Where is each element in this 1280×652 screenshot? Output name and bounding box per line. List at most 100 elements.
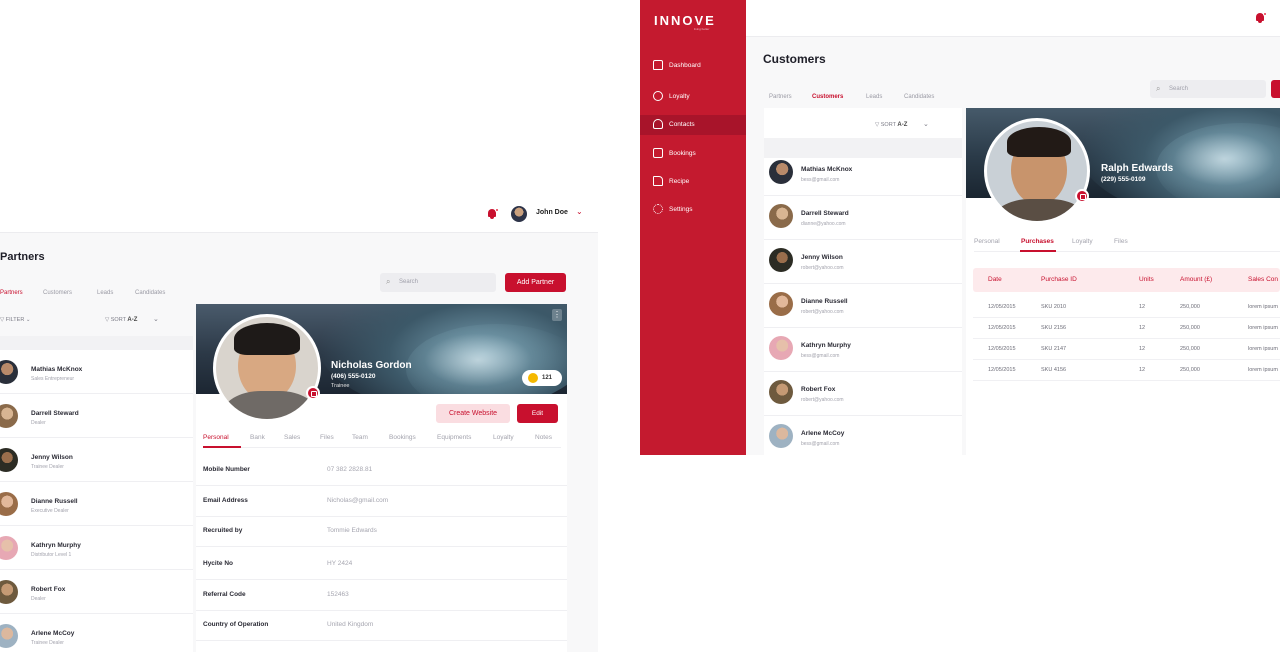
tab-bookings[interactable]: Bookings xyxy=(389,434,416,441)
search-input[interactable]: ⌕ Search xyxy=(380,273,496,292)
list-item-email: bess@gmail.com xyxy=(801,353,840,359)
add-customer-button[interactable] xyxy=(1271,80,1280,98)
list-item[interactable]: Mathias McKnox bess@gmail.com xyxy=(764,152,962,196)
add-partner-button[interactable]: Add Partner xyxy=(505,273,566,292)
column-units[interactable]: Units xyxy=(1139,276,1154,283)
profile-name: Nicholas Gordon xyxy=(331,360,412,371)
tab-customers[interactable]: Customers xyxy=(812,94,843,100)
tab-leads[interactable]: Leads xyxy=(866,94,882,100)
field-value[interactable]: 07 382 2828.81 xyxy=(327,466,372,473)
list-item[interactable]: Robert Fox robert@yahoo.com xyxy=(764,372,962,416)
user-avatar[interactable] xyxy=(511,206,527,222)
list-item[interactable]: Mathias McKnox Sales Entrepreneur xyxy=(0,350,193,394)
user-name[interactable]: John Doe xyxy=(536,209,568,216)
list-item[interactable]: Dianne Russell Executive Dealer xyxy=(0,482,193,526)
column-sales-consultant[interactable]: Sales Con xyxy=(1248,276,1278,283)
tab-candidates[interactable]: Candidates xyxy=(904,94,934,100)
sidebar-item-dashboard[interactable]: Dashboard xyxy=(640,56,746,76)
change-photo-icon[interactable] xyxy=(1075,189,1089,203)
list-item[interactable]: Kathryn Murphy bess@gmail.com xyxy=(764,328,962,372)
table-row[interactable]: 12/05/2015 SKU 2156 12 250,000 lorem ips… xyxy=(973,318,1280,339)
field-value[interactable]: 152463 xyxy=(327,591,349,598)
create-website-button[interactable]: Create Website xyxy=(436,404,510,423)
list-item[interactable]: Robert Fox Dealer xyxy=(0,570,193,614)
column-amount[interactable]: Amount (£) xyxy=(1180,276,1212,283)
filter-control[interactable]: ▽ FILTER ⌄ xyxy=(0,317,30,323)
list-item-name: Robert Fox xyxy=(31,586,66,593)
tab-files[interactable]: Files xyxy=(320,434,334,441)
tab-personal[interactable]: Personal xyxy=(974,238,1000,245)
bell-icon[interactable] xyxy=(486,208,499,220)
sidebar-item-label: Settings xyxy=(669,206,693,213)
sidebar-item-loyalty[interactable]: Loyalty xyxy=(640,87,746,107)
list-item-name: Mathias McKnox xyxy=(31,366,83,373)
list-item[interactable]: Arlene McCoy Trainee Dealer xyxy=(0,614,193,652)
tab-bank[interactable]: Bank xyxy=(250,434,265,441)
tab-sales[interactable]: Sales xyxy=(284,434,300,441)
table-row[interactable]: 12/05/2015 SKU 2147 12 250,000 lorem ips… xyxy=(973,339,1280,360)
chevron-down-icon[interactable]: ⌄ xyxy=(153,315,159,323)
list-item-email: robert@yahoo.com xyxy=(801,265,844,271)
gear-icon xyxy=(653,204,663,214)
field-value[interactable]: HY 2424 xyxy=(327,560,352,567)
list-item-email: robert@yahoo.com xyxy=(801,397,844,403)
chevron-down-icon[interactable]: ⌄ xyxy=(576,207,583,216)
tab-loyalty[interactable]: Loyalty xyxy=(493,434,514,441)
cell-date: 12/05/2015 xyxy=(988,304,1016,310)
edit-button[interactable]: Edit xyxy=(517,404,558,423)
sort-control[interactable]: ▽ SORT A-Z xyxy=(105,317,137,323)
bell-icon[interactable] xyxy=(1254,12,1267,24)
profile-photo[interactable] xyxy=(213,314,321,422)
sidebar-item-bookings[interactable]: Bookings xyxy=(640,144,746,164)
table-row[interactable]: 12/05/2015 SKU 4156 12 250,000 lorem ips… xyxy=(973,360,1280,381)
list-item[interactable]: Jenny Wilson Trainee Dealer xyxy=(0,438,193,482)
column-purchase-id[interactable]: Purchase ID xyxy=(1041,276,1077,283)
field-label: Referral Code xyxy=(203,591,246,598)
list-item[interactable]: Kathryn Murphy Distributor Level 1 xyxy=(0,526,193,570)
list-item[interactable]: Darrell Steward Dealer xyxy=(0,394,193,438)
sidebar-item-settings[interactable]: Settings xyxy=(640,200,746,220)
column-date[interactable]: Date xyxy=(988,276,1002,283)
list-item[interactable]: Dianne Russell robert@yahoo.com xyxy=(764,284,962,328)
field-value[interactable]: United Kingdom xyxy=(327,621,373,628)
profile-photo[interactable] xyxy=(984,118,1090,224)
sidebar-item-recipe[interactable]: Recipe xyxy=(640,172,746,192)
tab-candidates[interactable]: Candidates xyxy=(135,290,165,296)
sidebar-item-label: Bookings xyxy=(669,150,696,157)
sort-label: SORT xyxy=(880,122,896,128)
tab-personal[interactable]: Personal xyxy=(203,434,229,441)
cell-sales-consultant: lorem ipsum xyxy=(1248,346,1278,352)
change-photo-icon[interactable] xyxy=(306,386,320,400)
avatar xyxy=(0,492,18,516)
list-item[interactable]: Jenny Wilson robert@yahoo.com xyxy=(764,240,962,284)
list-item[interactable]: Arlene McCoy bess@gmail.com xyxy=(764,416,962,455)
field-value[interactable]: Nicholas@gmail.com xyxy=(327,497,388,504)
tab-partners[interactable]: Partners xyxy=(769,94,792,100)
chevron-down-icon[interactable]: ⌄ xyxy=(923,120,929,128)
list-item-name: Arlene McCoy xyxy=(801,430,845,437)
cell-amount: 250,000 xyxy=(1180,346,1200,352)
list-item-name: Jenny Wilson xyxy=(31,454,73,461)
tab-leads[interactable]: Leads xyxy=(97,290,113,296)
tab-partners[interactable]: Partners xyxy=(0,290,23,296)
tab-files[interactable]: Files xyxy=(1114,238,1128,245)
tab-purchases[interactable]: Purchases xyxy=(1021,238,1054,245)
avatar xyxy=(769,424,793,448)
sort-control[interactable]: ▽ SORT A-Z xyxy=(875,122,907,128)
more-icon[interactable]: ⋮ xyxy=(552,309,562,321)
tab-equipments[interactable]: Equipments xyxy=(437,434,471,441)
field-value[interactable]: Tommie Edwards xyxy=(327,527,377,534)
tab-notes[interactable]: Notes xyxy=(535,434,552,441)
cell-amount: 250,000 xyxy=(1180,325,1200,331)
list-item-role: Executive Dealer xyxy=(31,508,69,514)
tab-team[interactable]: Team xyxy=(352,434,368,441)
list-item-name: Robert Fox xyxy=(801,386,836,393)
tab-customers[interactable]: Customers xyxy=(43,290,72,296)
table-row[interactable]: 12/05/2015 SKU 2010 12 250,000 lorem ips… xyxy=(973,297,1280,318)
search-input[interactable]: ⌕ Search xyxy=(1150,80,1266,98)
list-item[interactable]: Darrell Steward dianne@yahoo.com xyxy=(764,196,962,240)
cell-amount: 250,000 xyxy=(1180,367,1200,373)
sidebar-item-contacts[interactable]: Contacts xyxy=(640,115,746,135)
tab-loyalty[interactable]: Loyalty xyxy=(1072,238,1093,245)
cell-purchase-id: SKU 2147 xyxy=(1041,346,1067,352)
